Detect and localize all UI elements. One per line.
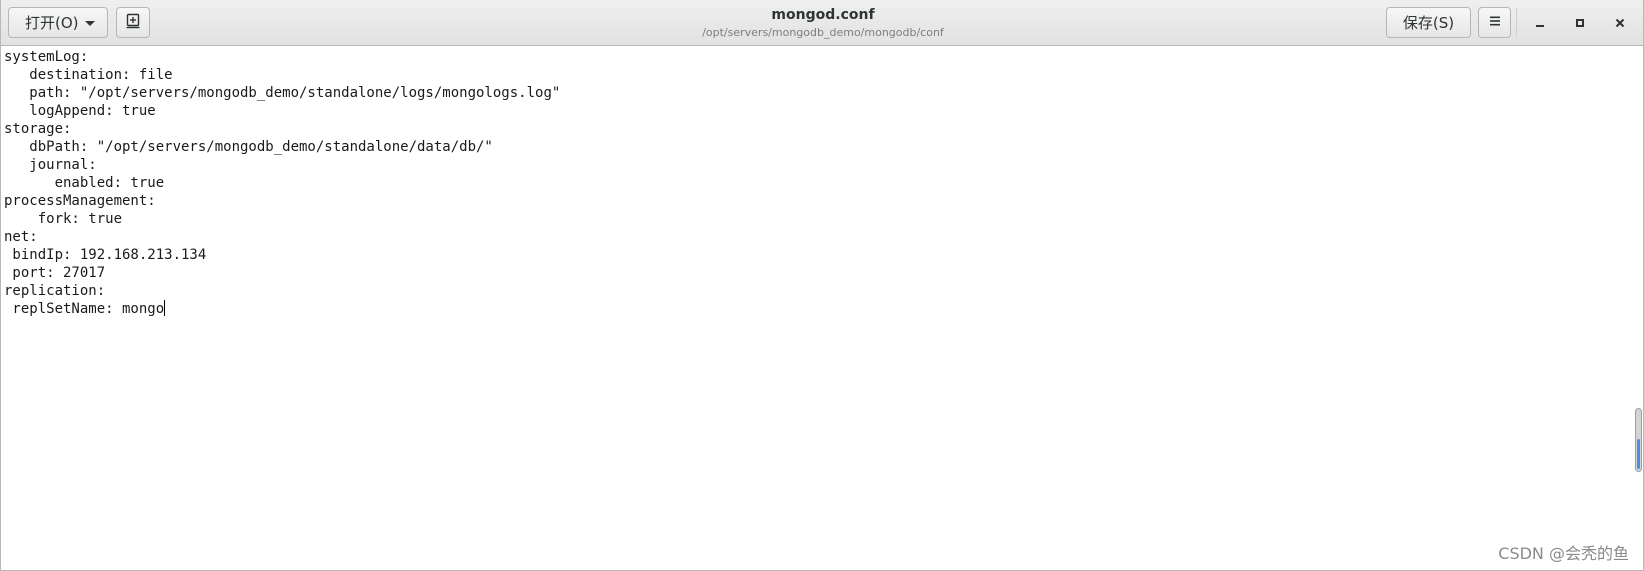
maximize-icon: [1574, 14, 1586, 33]
title-area: mongod.conf /opt/servers/mongodb_demo/mo…: [601, 6, 1045, 40]
watermark: CSDN @会秃的鱼: [1498, 544, 1629, 563]
window-subtitle: /opt/servers/mongodb_demo/mongodb/conf: [702, 26, 944, 39]
editor-line: bindIp: 192.168.213.134: [4, 247, 207, 263]
editor-line: port: 27017: [4, 265, 106, 281]
editor-line: net:: [4, 229, 38, 245]
new-document-button[interactable]: [116, 7, 150, 38]
editor-line: dbPath: "/opt/servers/mongodb_demo/stand…: [4, 139, 493, 155]
chevron-down-icon: [85, 21, 95, 26]
text-caret: [164, 300, 166, 316]
editor-line: path: "/opt/servers/mongodb_demo/standal…: [4, 85, 561, 101]
minimize-icon: [1534, 14, 1546, 33]
scrollbar-thumb[interactable]: [1637, 439, 1640, 469]
close-button[interactable]: [1607, 10, 1633, 36]
save-button-label: 保存(S): [1402, 14, 1455, 32]
header-bar: 打开(O) mongod.conf /opt/servers/mongodb_d…: [1, 0, 1643, 46]
editor-line-with-caret: replSetName: mongo: [4, 300, 1633, 318]
open-button[interactable]: 打开(O): [8, 7, 108, 38]
open-button-label: 打开(O): [25, 14, 79, 32]
maximize-button[interactable]: [1567, 10, 1593, 36]
editor-line: logAppend: true: [4, 103, 156, 119]
close-icon: [1614, 14, 1626, 33]
new-document-icon: [125, 13, 141, 33]
minimize-button[interactable]: [1527, 10, 1553, 36]
editor-line: destination: file: [4, 67, 173, 83]
save-button[interactable]: 保存(S): [1386, 7, 1471, 38]
editor-line: processManagement:: [4, 193, 156, 209]
editor-line: systemLog:: [4, 49, 89, 65]
editor-line: fork: true: [4, 211, 123, 227]
gedit-window: 打开(O) mongod.conf /opt/servers/mongodb_d…: [0, 0, 1644, 571]
text-editor[interactable]: systemLog: destination: file path: "/opt…: [1, 46, 1633, 570]
header-separator: [1516, 8, 1517, 37]
editor-line: journal:: [4, 157, 97, 173]
hamburger-menu-icon: [1488, 14, 1502, 32]
editor-line: enabled: true: [4, 175, 165, 191]
vertical-scrollbar[interactable]: [1635, 408, 1642, 472]
window-title: mongod.conf: [771, 7, 875, 23]
menu-button[interactable]: [1478, 7, 1511, 38]
editor-line: replication:: [4, 283, 106, 299]
editor-line: storage:: [4, 121, 72, 137]
editor-line-text: replSetName: mongo: [4, 301, 165, 317]
